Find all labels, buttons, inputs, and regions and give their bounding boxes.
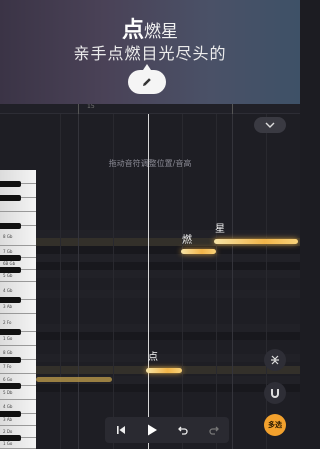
piano-key[interactable]: 8 Gb	[0, 226, 36, 246]
note-lyric: 燃	[182, 235, 192, 246]
key-label: 3 Ab	[3, 417, 13, 422]
key-label: 6B Gb	[3, 261, 16, 266]
compress-vertical-icon	[271, 355, 279, 365]
fit-vertical-button[interactable]	[264, 349, 286, 371]
ruler-marker: 15	[87, 104, 95, 110]
multi-select-button[interactable]: 多选	[264, 414, 286, 436]
piano-black-key[interactable]	[0, 181, 21, 187]
pitch-row	[0, 324, 300, 332]
pitch-row	[0, 254, 300, 262]
piano-roll-editor[interactable]: 15 拖动音符调整位置/音高 8 Gb 7 Gb 6B Gb 5 Gb 4 Gb…	[0, 104, 300, 449]
key-label: 4 Gb	[3, 288, 13, 293]
undo-icon	[177, 426, 188, 435]
note-lyric: 星	[215, 224, 225, 235]
key-label: 8 Gb	[3, 234, 13, 239]
pitch-row	[0, 262, 300, 270]
key-label: 2 Do	[3, 429, 13, 434]
piano-black-key[interactable]	[0, 329, 21, 335]
play-icon	[147, 424, 157, 436]
key-label: 5 Db	[3, 390, 13, 395]
drag-hint: 拖动音符调整位置/音高	[108, 159, 192, 168]
skip-back-icon	[116, 426, 125, 434]
note-bar[interactable]	[146, 368, 182, 373]
key-label: 5 Gb	[3, 273, 13, 278]
key-label: 6 Go	[3, 377, 13, 382]
pitch-row	[0, 332, 300, 340]
note-bar[interactable]	[181, 249, 216, 254]
note-lyric: 点	[148, 352, 158, 363]
pitch-row	[0, 246, 300, 254]
redo-icon	[208, 426, 219, 435]
playhead[interactable]	[148, 114, 149, 449]
edit-lyric-button[interactable]	[128, 64, 166, 94]
ruler-tick	[232, 104, 233, 114]
key-label: 8 Gb	[3, 350, 13, 355]
key-label: 7 Fo	[3, 364, 12, 369]
chevron-down-icon	[265, 122, 275, 128]
key-label: 3 Ab	[3, 304, 13, 309]
piano-keyboard[interactable]: 8 Gb 7 Gb 6B Gb 5 Gb 4 Gb 3 Ab 2 Fo 1 Go…	[0, 156, 36, 449]
pitch-row	[0, 230, 300, 238]
collapse-button[interactable]	[254, 117, 286, 133]
skip-back-button[interactable]	[110, 419, 132, 441]
key-label: 2 Fo	[3, 320, 12, 325]
lyric-next-line: 亲手点燃目光尽头的	[73, 44, 227, 63]
redo-button[interactable]	[203, 419, 225, 441]
note-bar[interactable]	[214, 239, 298, 244]
piano-black-key[interactable]	[0, 357, 21, 363]
note-bar[interactable]	[36, 377, 112, 382]
pitch-row	[0, 384, 300, 392]
play-button[interactable]	[141, 419, 163, 441]
timeline-ruler[interactable]: 15	[0, 104, 300, 114]
pencil-icon	[143, 78, 151, 86]
piano-black-key[interactable]	[0, 383, 21, 389]
magnet-icon	[271, 389, 279, 398]
piano-black-key[interactable]	[0, 411, 21, 417]
key-label: 1 Go	[3, 336, 13, 341]
piano-black-key[interactable]	[0, 223, 21, 229]
piano-black-key[interactable]	[0, 297, 21, 303]
undo-button[interactable]	[172, 419, 194, 441]
key-label: 4 Gb	[3, 404, 13, 409]
piano-black-key[interactable]	[0, 435, 21, 441]
transport-bar	[105, 417, 229, 443]
pitch-row	[0, 270, 300, 278]
piano-black-key[interactable]	[0, 255, 21, 261]
piano-black-key[interactable]	[0, 195, 21, 201]
ruler-tick	[78, 104, 79, 114]
pitch-row	[0, 290, 300, 298]
piano-black-key[interactable]	[0, 267, 21, 273]
key-label: 7 Gb	[3, 249, 13, 254]
lyric-title-rest: 燃星	[144, 22, 178, 42]
magnet-button[interactable]	[264, 382, 286, 404]
lyric-header: 点燃星 亲手点燃目光尽头的	[0, 0, 300, 104]
key-label: 1 Go	[3, 441, 13, 446]
